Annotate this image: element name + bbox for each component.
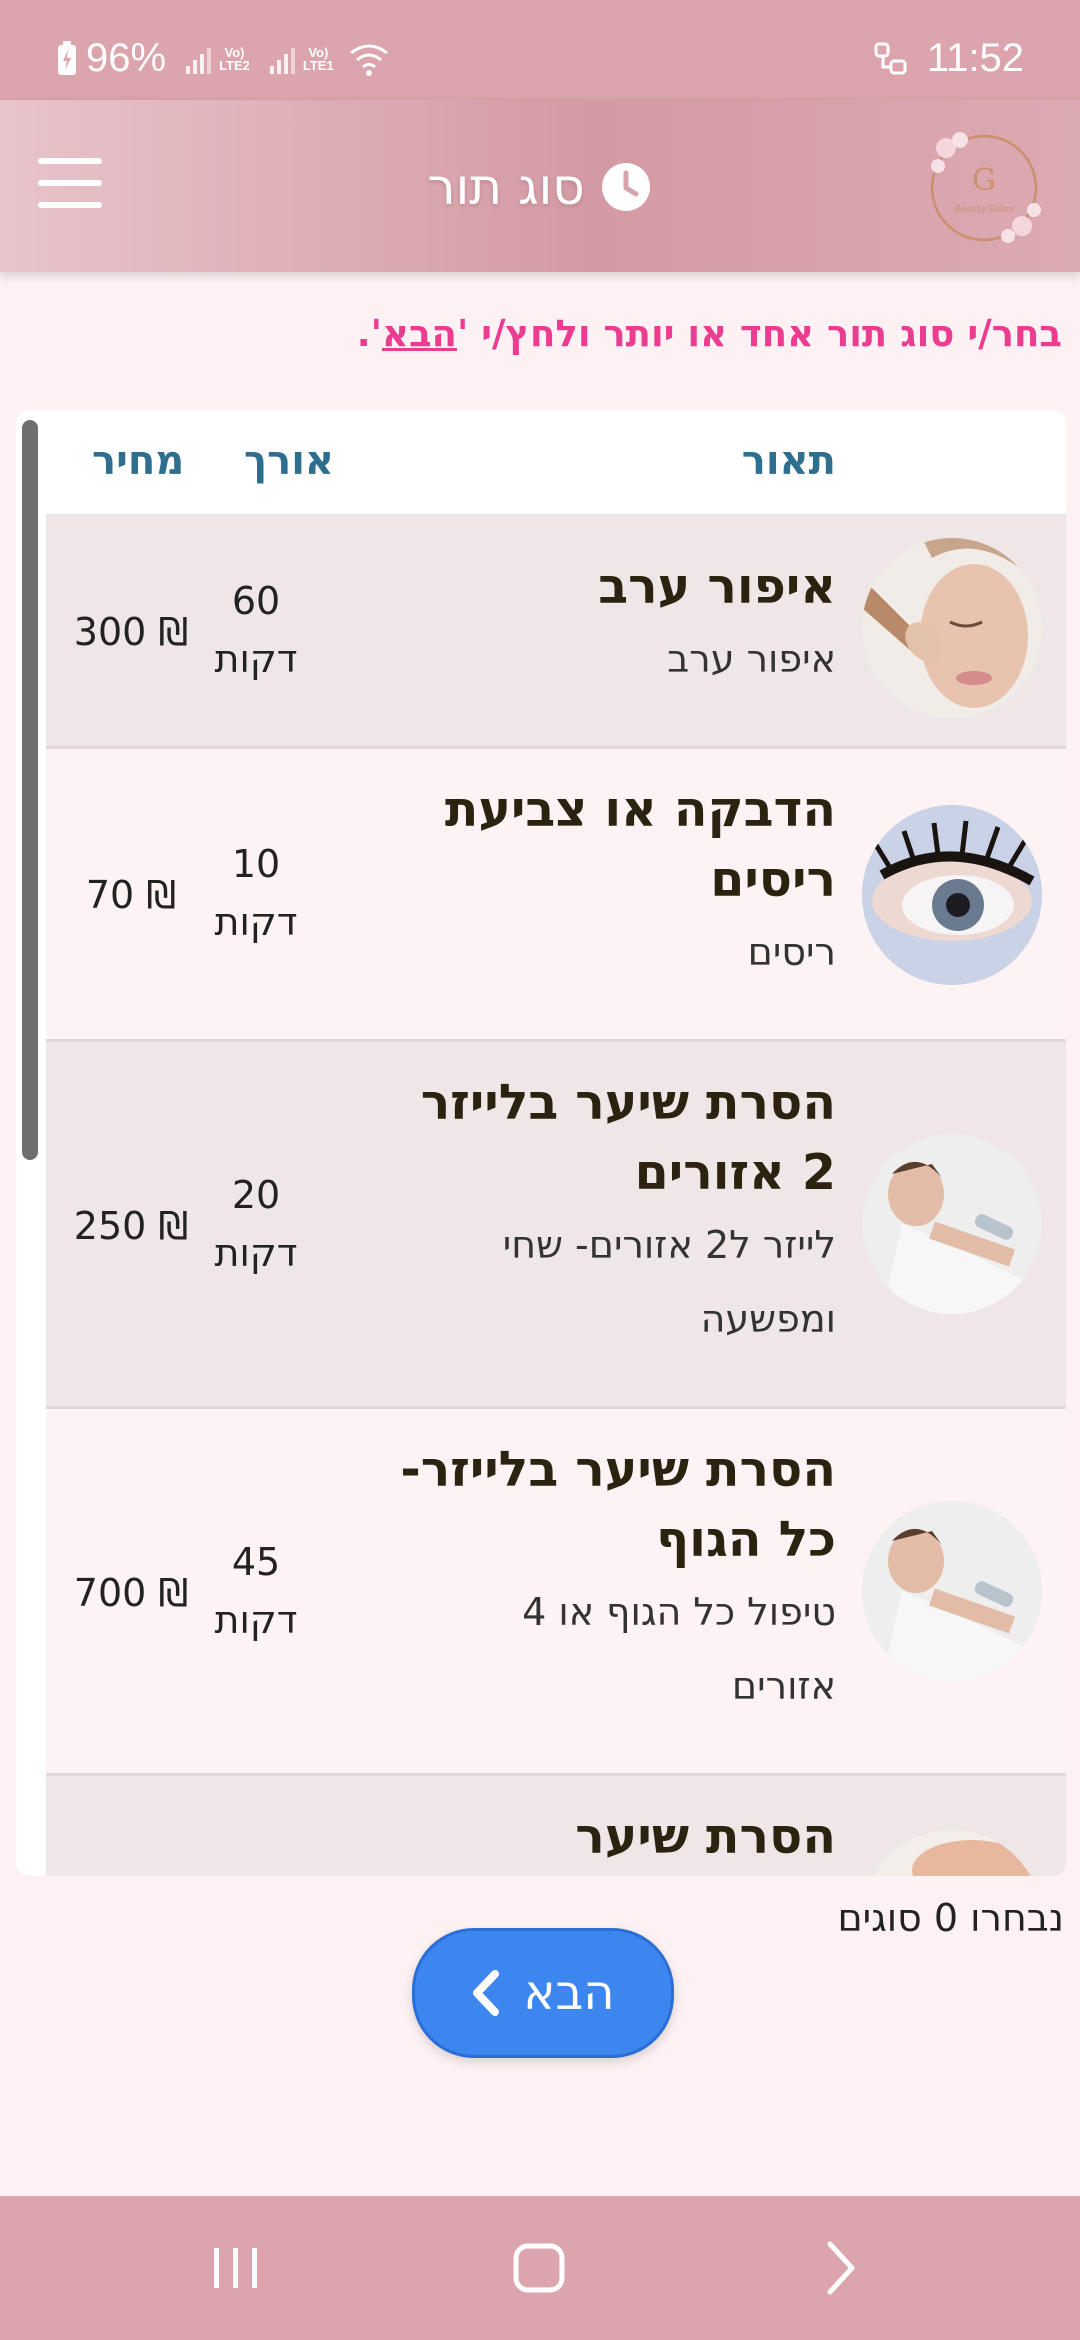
status-bar: 96% Vo) LTE2 Vo) LTE1 11:52 <box>0 0 1080 100</box>
service-image-makeup <box>862 538 1042 718</box>
service-price: 300 ₪ <box>73 610 189 654</box>
battery-percent: 96% <box>86 36 167 80</box>
app-header: סוג תור G Beauty Salon <box>0 100 1080 272</box>
service-subtitle: טיפול כל הגוף או 4 אזורים <box>522 1590 836 1708</box>
service-subtitle: איפור ערב <box>667 637 836 681</box>
scrollbar[interactable] <box>22 420 38 1160</box>
table-body: איפור ערב איפור ערב 60 דקות 300 ₪ הדבקה … <box>46 516 1066 1876</box>
column-header-price: מחיר <box>92 438 185 484</box>
service-description: הסרת שיער בלייזר- כל הגוף טיפול כל הגוף א… <box>346 1435 836 1723</box>
service-image-laser <box>862 1501 1042 1681</box>
signal-1-icon <box>186 44 212 74</box>
column-header-description: תאור <box>741 438 836 484</box>
services-table: מחיר אורך תאור איפור ערב איפור ערב 60 דק… <box>16 410 1066 1876</box>
hamburger-menu-icon[interactable] <box>38 158 102 208</box>
service-image-treatment <box>862 1830 1042 1876</box>
instruction-next-link[interactable]: הבא <box>382 312 457 355</box>
instruction-after: '. <box>356 312 383 355</box>
lte-badge-2: Vo) LTE1 <box>302 44 334 73</box>
table-row[interactable]: הסרת שיער בלייזר- כל הגוף טיפול כל הגוף א… <box>46 1409 1066 1776</box>
signal-2-icon <box>269 44 295 74</box>
service-name: הדבקה או צביעת ריסים <box>444 781 836 908</box>
service-subtitle: לייזר ל2 אזורים- שחי ומפשעה <box>502 1223 836 1341</box>
next-button-label: הבא <box>523 1965 615 2021</box>
wifi-icon <box>349 44 388 76</box>
service-image-eyelashes <box>862 805 1042 985</box>
service-name: איפור ערב <box>598 558 836 615</box>
service-image-laser <box>862 1134 1042 1314</box>
svg-text:G: G <box>972 163 996 198</box>
service-price: 250 ₪ <box>73 1204 189 1248</box>
service-description: הדבקה או צביעת ריסים ריסים <box>346 775 836 989</box>
service-name: הסרת שיער בלייזר 2 אזורים <box>420 1074 836 1201</box>
status-right: 11:52 <box>873 36 1024 81</box>
page-title: סוג תור <box>380 152 700 222</box>
home-icon[interactable] <box>510 2236 570 2300</box>
recent-apps-icon[interactable] <box>210 2236 262 2300</box>
service-name: הסרת שיער <box>575 1808 836 1865</box>
selected-count: נבחרו 0 סוגים <box>837 1896 1064 1940</box>
battery-charging-icon <box>58 40 76 75</box>
logo-text: Beauty Salon <box>953 205 1014 215</box>
clock: 11:52 <box>926 36 1024 80</box>
status-left: 96% Vo) LTE2 Vo) LTE1 <box>56 36 390 81</box>
column-header-length: אורך <box>244 438 335 484</box>
page-title-text: סוג תור <box>427 158 585 216</box>
instruction-text: בחר/י סוג תור אחד או יותר ולחץ/י 'הבא'. <box>22 312 1062 355</box>
table-row[interactable]: איפור ערב איפור ערב 60 דקות 300 ₪ <box>46 516 1066 749</box>
table-row[interactable]: הסרת שיער <box>46 1776 1066 1876</box>
service-description: איפור ערב איפור ערב <box>346 552 836 696</box>
notification-icon <box>874 42 907 74</box>
chevron-left-icon <box>473 1970 500 2016</box>
instruction-before: בחר/י סוג תור אחד או יותר ולחץ/י ' <box>456 312 1062 355</box>
service-description: הסרת שיער בלייזר 2 אזורים לייזר ל2 אזורים… <box>346 1068 836 1356</box>
service-description: הסרת שיער <box>346 1802 836 1872</box>
clock-icon <box>601 163 650 211</box>
back-icon[interactable] <box>820 2236 860 2300</box>
system-nav-bar <box>0 2196 1080 2340</box>
table-row[interactable]: הדבקה או צביעת ריסים ריסים 10 דקות 70 ₪ <box>46 749 1066 1042</box>
next-button[interactable]: הבא <box>412 1928 674 2058</box>
service-price: 700 ₪ <box>73 1571 189 1615</box>
service-price: 70 ₪ <box>85 873 177 917</box>
lte-badge-1: Vo) LTE2 <box>219 44 250 73</box>
service-name: הסרת שיער בלייזר- כל הגוף <box>400 1441 836 1568</box>
table-row[interactable]: הסרת שיער בלייזר 2 אזורים לייזר ל2 אזורים… <box>46 1042 1066 1409</box>
service-subtitle: ריסים <box>747 930 836 974</box>
salon-logo[interactable]: G Beauty Salon <box>916 118 1052 254</box>
table-header: מחיר אורך תאור <box>46 410 1066 517</box>
